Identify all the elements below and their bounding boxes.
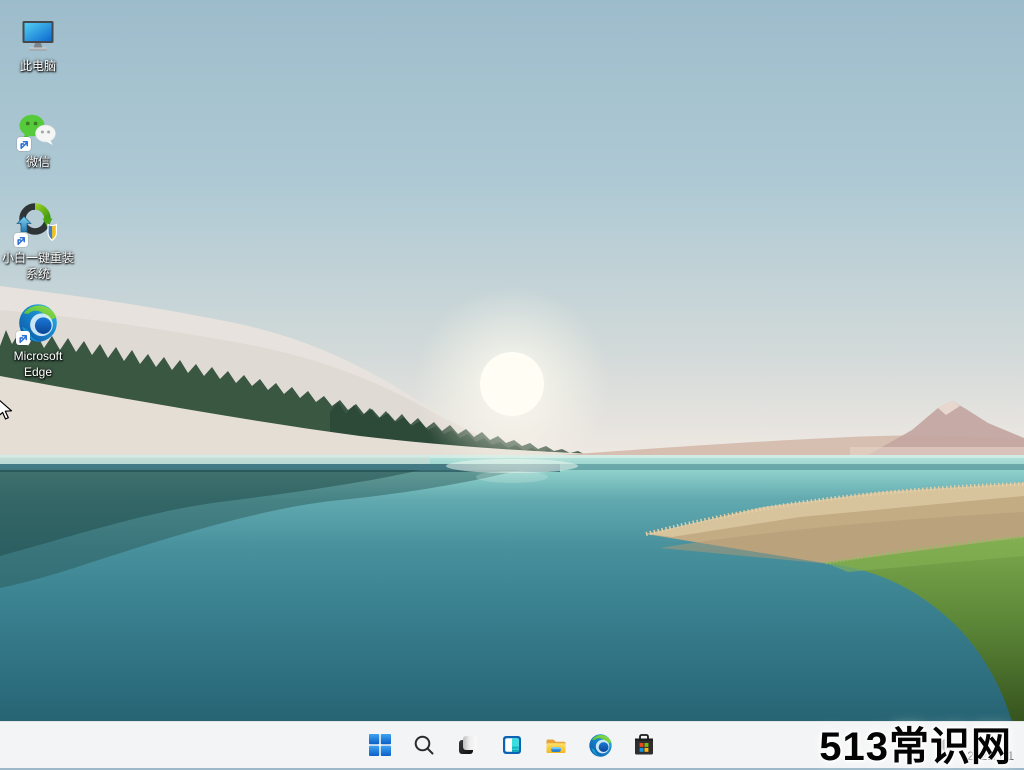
file-explorer-icon: [544, 733, 568, 757]
taskbar-center-group: [360, 725, 664, 765]
xiaobai-reinstall-icon: [15, 200, 61, 246]
icon-label-line2: 系统: [26, 266, 50, 282]
shortcut-arrow-icon: [14, 233, 28, 247]
icon-label: 此电脑: [20, 58, 56, 74]
desktop-wallpaper: [0, 0, 1024, 768]
icon-label: 小白一键重装: [2, 250, 74, 266]
task-view-button[interactable]: [448, 725, 488, 765]
widgets-icon: [500, 733, 524, 757]
this-pc-icon: [18, 8, 58, 54]
search-icon: [412, 733, 436, 757]
edge-icon: [588, 733, 613, 758]
icon-label: 微信: [26, 154, 50, 170]
desktop-icon-wechat[interactable]: 微信: [2, 104, 74, 170]
desktop-icon-edge[interactable]: Microsoft Edge: [2, 298, 74, 380]
shortcut-arrow-icon: [16, 331, 30, 345]
watermark-text: 513常识网: [819, 724, 1012, 770]
icon-label-line2: Edge: [24, 364, 52, 380]
mouse-cursor: [0, 397, 15, 422]
edge-button[interactable]: [580, 725, 620, 765]
shortcut-arrow-icon: [17, 137, 31, 151]
start-button[interactable]: [360, 725, 400, 765]
file-explorer-button[interactable]: [536, 725, 576, 765]
microsoft-store-icon: [632, 733, 656, 757]
icon-label: Microsoft: [14, 348, 63, 364]
desktop-icon-this-pc[interactable]: 此电脑: [2, 8, 74, 74]
windows-start-icon: [368, 733, 392, 757]
wechat-icon: [18, 104, 58, 150]
microsoft-store-button[interactable]: [624, 725, 664, 765]
search-button[interactable]: [404, 725, 444, 765]
widgets-button[interactable]: [492, 725, 532, 765]
edge-icon: [17, 298, 59, 344]
desktop-icon-xiaobai[interactable]: 小白一键重装 系统: [2, 200, 74, 282]
task-view-icon: [456, 733, 480, 757]
